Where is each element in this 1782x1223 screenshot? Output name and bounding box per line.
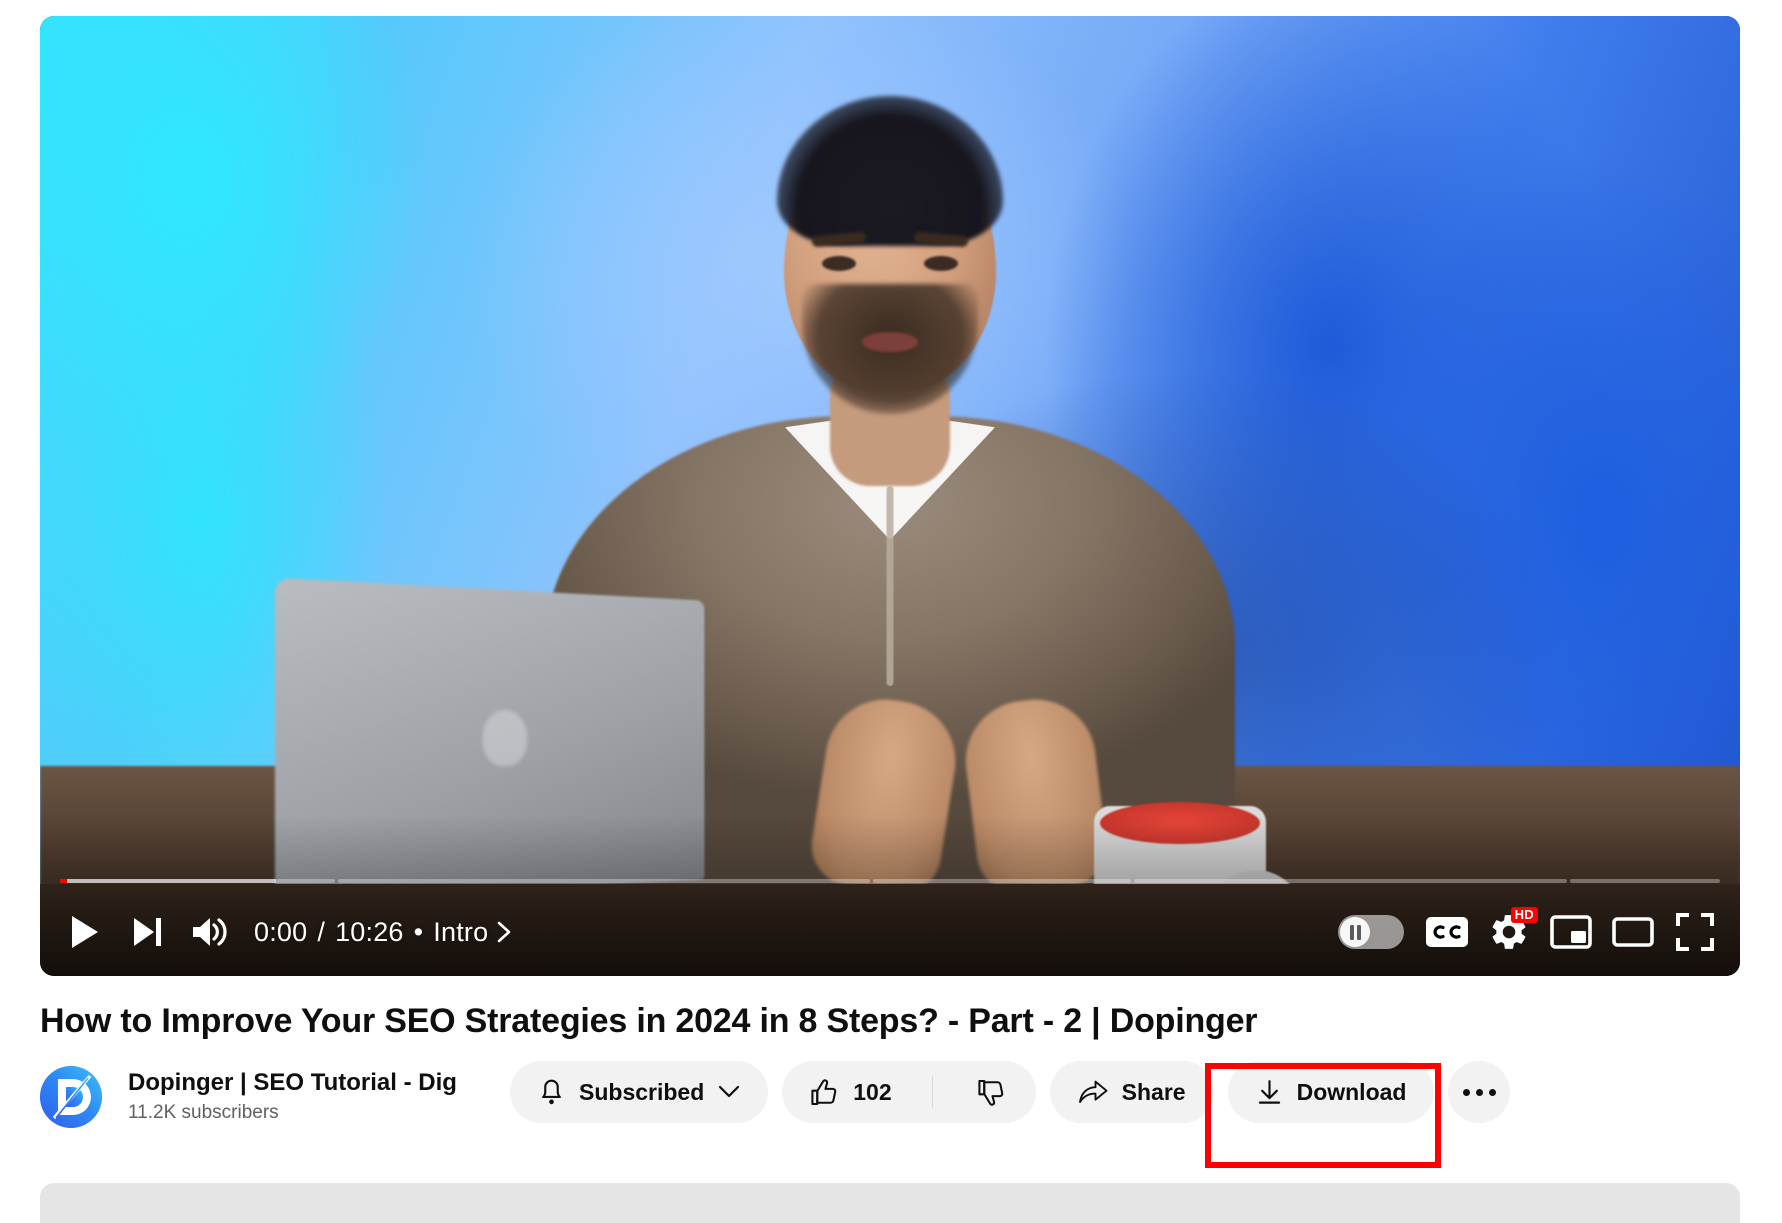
thumbs-down-icon — [978, 1079, 1003, 1106]
progress-chapter-1[interactable] — [60, 879, 335, 883]
volume-button[interactable] — [178, 901, 240, 963]
share-arrow-icon — [1078, 1080, 1108, 1103]
download-icon — [1258, 1079, 1280, 1104]
player-control-bar: 0:00 / 10:26 • Intro HD — [40, 888, 1740, 976]
person-mouth — [862, 332, 918, 352]
fullscreen-icon — [1676, 913, 1714, 951]
next-video-button[interactable] — [116, 901, 178, 963]
current-time: 0:00 — [254, 916, 308, 947]
video-player[interactable]: 0:00 / 10:26 • Intro HD — [40, 16, 1740, 976]
video-meta: How to Improve Your SEO Strategies in 20… — [40, 1000, 1740, 1128]
more-horizontal-icon — [1462, 1088, 1496, 1096]
owner-row: Dopinger | SEO Tutorial - Dig 11.2K subs… — [40, 1061, 1740, 1128]
autoplay-toggle[interactable] — [1338, 915, 1404, 949]
time-separator-dot: • — [413, 916, 424, 947]
miniplayer-button[interactable] — [1540, 901, 1602, 963]
play-button[interactable] — [54, 901, 116, 963]
action-buttons-row: Subscribed 102 Share Download — [510, 1061, 1511, 1123]
pause-icon — [1349, 924, 1361, 940]
time-display: 0:00 / 10:26 • Intro — [254, 917, 512, 948]
chevron-down-icon — [719, 1085, 740, 1098]
progress-chapter-4[interactable] — [1134, 879, 1568, 883]
share-button[interactable]: Share — [1049, 1061, 1214, 1123]
theater-mode-button[interactable] — [1602, 901, 1664, 963]
chevron-right-icon — [498, 921, 511, 943]
chapter-title: Intro — [433, 916, 489, 947]
more-actions-button[interactable] — [1448, 1061, 1511, 1123]
miniplayer-icon — [1550, 915, 1592, 949]
progress-chapter-2[interactable] — [337, 879, 871, 883]
thumbs-up-icon — [811, 1078, 837, 1105]
like-count: 102 — [853, 1078, 892, 1105]
theater-icon — [1612, 917, 1654, 947]
subscribed-label: Subscribed — [579, 1078, 705, 1105]
time-slash: / — [317, 916, 326, 947]
person-eye-right — [924, 256, 958, 271]
dislike-button[interactable] — [947, 1061, 1036, 1123]
video-frame[interactable] — [40, 16, 1740, 976]
subscriber-count: 11.2K subscribers — [128, 1102, 279, 1123]
channel-name: Dopinger | SEO Tutorial - Dig — [128, 1069, 457, 1096]
progress-bar[interactable] — [60, 878, 1720, 884]
total-duration: 10:26 — [335, 916, 404, 947]
subtitles-button[interactable] — [1416, 901, 1478, 963]
person-zipper — [886, 486, 894, 686]
like-dislike-divider — [931, 1076, 933, 1108]
chapter-link[interactable]: Intro — [433, 917, 512, 948]
bottom-panel — [40, 1183, 1740, 1223]
hd-quality-badge: HD — [1510, 907, 1538, 923]
apple-logo-icon — [482, 709, 528, 767]
progress-chapter-5[interactable] — [1570, 879, 1720, 883]
dopinger-logo-icon — [40, 1066, 102, 1128]
settings-button[interactable]: HD — [1478, 901, 1540, 963]
progress-chapter-3[interactable] — [873, 879, 1132, 883]
closed-captions-icon — [1426, 917, 1468, 947]
like-dislike-group: 102 — [782, 1061, 1036, 1123]
fullscreen-button[interactable] — [1664, 901, 1726, 963]
download-button[interactable]: Download — [1227, 1061, 1435, 1123]
bell-icon — [542, 1079, 561, 1104]
progress-played — [60, 879, 67, 883]
laptop — [274, 577, 705, 903]
subscribed-button[interactable]: Subscribed — [510, 1061, 769, 1123]
avatar[interactable] — [40, 1066, 102, 1128]
progress-loaded — [60, 879, 277, 883]
person-eye-left — [822, 256, 856, 271]
page-title: How to Improve Your SEO Strategies in 20… — [40, 1002, 1258, 1040]
autoplay-knob — [1340, 917, 1370, 947]
share-label: Share — [1121, 1078, 1186, 1105]
like-button[interactable]: 102 — [782, 1061, 917, 1123]
channel-info[interactable]: Dopinger | SEO Tutorial - Dig 11.2K subs… — [128, 1068, 457, 1126]
download-label: Download — [1296, 1078, 1407, 1105]
